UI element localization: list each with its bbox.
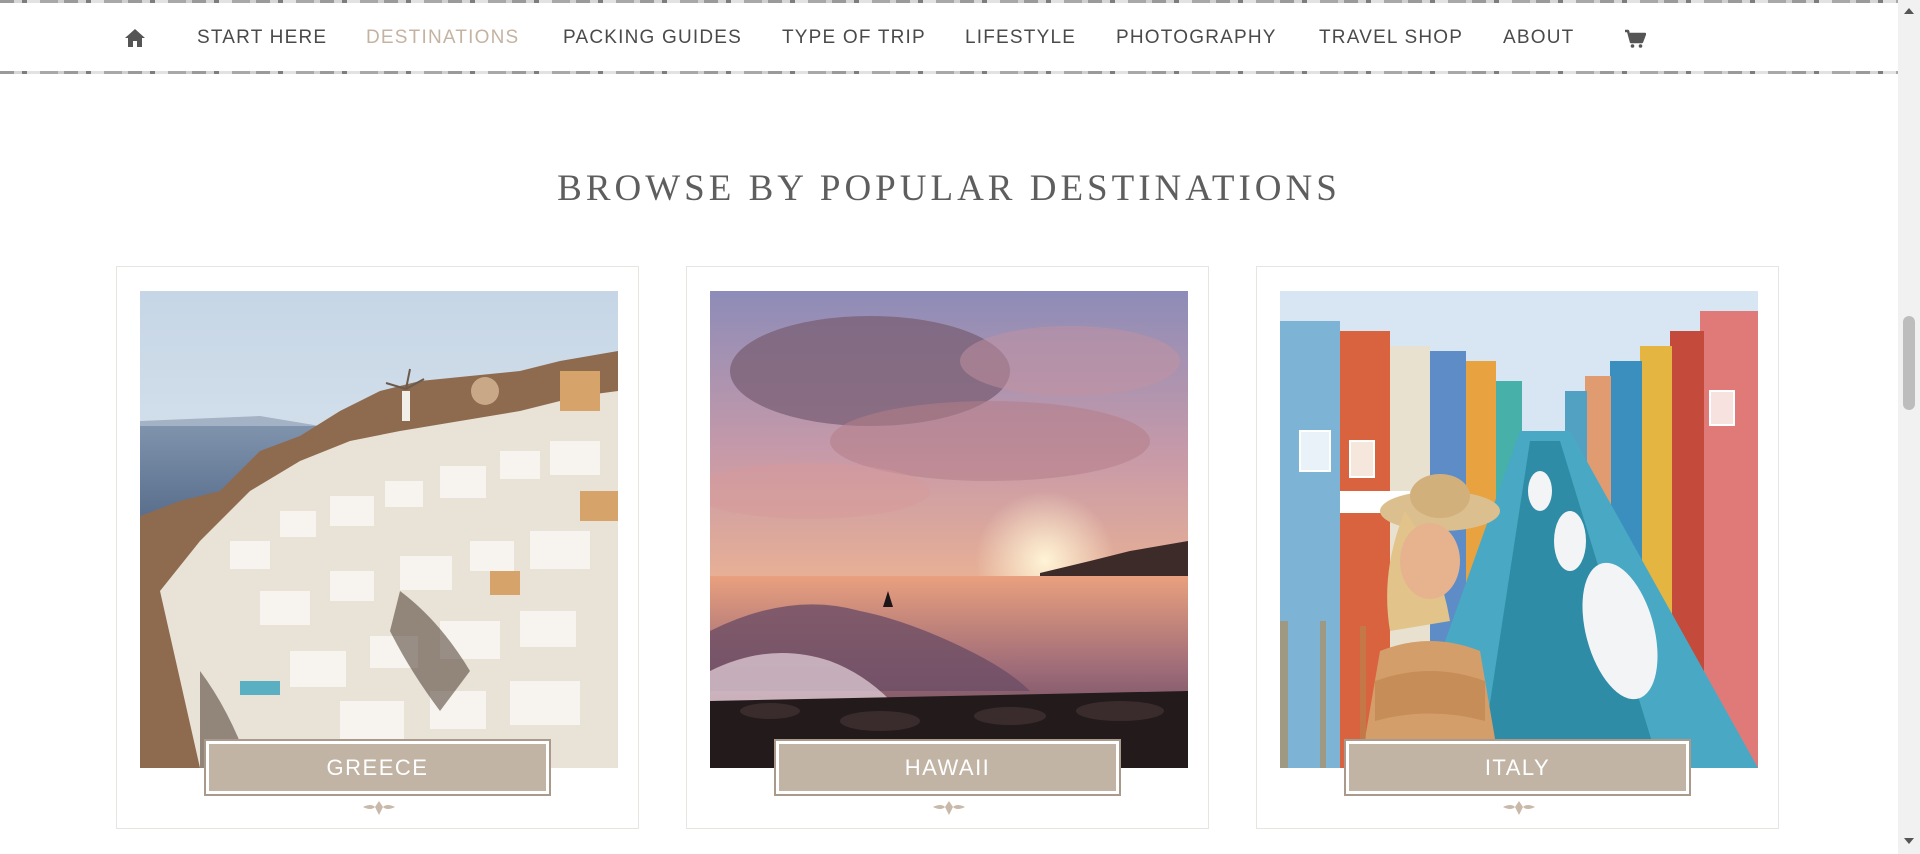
nav-items: START HERE DESTINATIONS PACKING GUIDES T… (0, 3, 1898, 71)
italy-image[interactable] (1280, 291, 1758, 768)
nav-bottom-border (0, 71, 1898, 74)
greece-image[interactable] (140, 291, 618, 768)
card-label-italy[interactable]: ITALY (1344, 739, 1691, 796)
home-icon[interactable] (124, 28, 146, 48)
main-navigation: START HERE DESTINATIONS PACKING GUIDES T… (0, 0, 1898, 74)
scroll-down-icon[interactable] (1904, 838, 1914, 844)
nav-link-destinations[interactable]: DESTINATIONS (366, 27, 519, 49)
ornament-icon (1503, 801, 1535, 815)
card-label-greece[interactable]: GREECE (204, 739, 551, 796)
card-label-hawaii[interactable]: HAWAII (774, 739, 1121, 796)
hawaii-image[interactable] (710, 291, 1188, 768)
ornament-icon (933, 801, 965, 815)
destination-card-greece[interactable]: GREECE (116, 266, 639, 829)
nav-link-photography[interactable]: PHOTOGRAPHY (1116, 27, 1277, 49)
nav-link-packing-guides[interactable]: PACKING GUIDES (563, 27, 742, 49)
section-title: BROWSE BY POPULAR DESTINATIONS (557, 167, 1341, 209)
ornament-icon (363, 801, 395, 815)
cart-icon[interactable] (1624, 29, 1646, 49)
vertical-scrollbar[interactable] (1898, 0, 1920, 854)
destination-card-italy[interactable]: ITALY (1256, 266, 1779, 829)
destination-card-hawaii[interactable]: HAWAII (686, 266, 1209, 829)
nav-link-about[interactable]: ABOUT (1503, 27, 1574, 49)
scroll-thumb[interactable] (1903, 316, 1915, 410)
nav-link-travel-shop[interactable]: TRAVEL SHOP (1319, 27, 1463, 49)
scroll-up-icon[interactable] (1904, 8, 1914, 14)
nav-link-lifestyle[interactable]: LIFESTYLE (965, 27, 1076, 49)
nav-link-start-here[interactable]: START HERE (197, 27, 327, 49)
nav-link-type-of-trip[interactable]: TYPE OF TRIP (782, 27, 926, 49)
